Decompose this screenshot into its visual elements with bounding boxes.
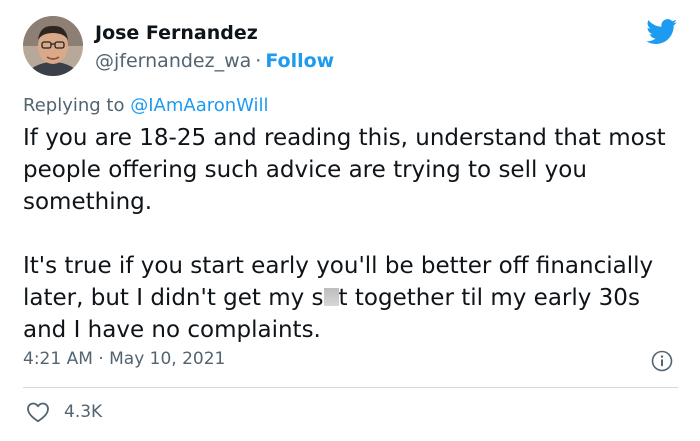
like-button[interactable]: 4.3K	[26, 401, 102, 423]
heart-icon	[26, 401, 50, 423]
follow-button[interactable]: Follow	[265, 50, 334, 72]
author-name[interactable]: Jose Fernandez	[95, 22, 258, 44]
tweet-timestamp[interactable]: 4:21 AM · May 10, 2021	[23, 349, 225, 369]
info-icon[interactable]	[651, 350, 673, 372]
divider	[23, 387, 678, 388]
author-handle-row: @jfernandez_wa · Follow	[95, 50, 334, 72]
like-count: 4.3K	[64, 402, 103, 422]
twitter-bird-icon[interactable]	[646, 19, 678, 45]
reply-prefix: Replying to	[23, 95, 125, 116]
tweet-paragraph: It's true if you start early you'll be b…	[23, 250, 688, 346]
tweet-paragraph: If you are 18-25 and reading this, under…	[23, 125, 666, 215]
tweet-time: 4:21 AM	[23, 349, 93, 369]
tweet-date: May 10, 2021	[109, 349, 226, 369]
author-handle[interactable]: @jfernandez_wa	[95, 50, 251, 72]
reply-mention-link[interactable]: @IAmAaronWill	[130, 95, 268, 116]
tweet-body: If you are 18-25 and reading this, under…	[23, 122, 688, 346]
reply-context: Replying to @IAmAaronWill	[23, 95, 269, 116]
author-avatar[interactable]	[23, 16, 83, 76]
timestamp-separator: ·	[98, 349, 104, 369]
handle-separator: ·	[255, 50, 262, 72]
tweet-card: Jose Fernandez @jfernandez_wa · Follow Rep…	[0, 0, 700, 441]
censor-block	[323, 288, 339, 306]
